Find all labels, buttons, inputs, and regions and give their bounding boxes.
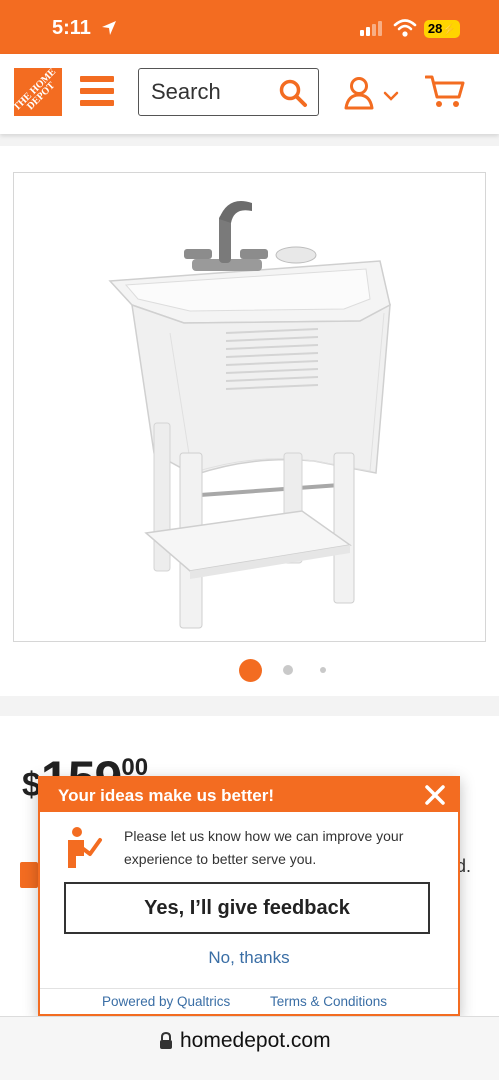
battery-icon: 28⚡ [424, 20, 460, 38]
image-carousel-dots[interactable] [0, 658, 499, 682]
dialog-divider [40, 988, 458, 989]
carousel-dot[interactable] [320, 667, 326, 673]
search-icon[interactable] [278, 78, 308, 108]
status-bar: 5:11 28⚡ [0, 0, 499, 54]
logo-text: THE HOME DEPOT [14, 68, 59, 114]
account-icon[interactable] [344, 76, 404, 110]
product-image[interactable] [13, 172, 486, 642]
no-thanks-link[interactable]: No, thanks [40, 948, 458, 968]
signal-icon [360, 21, 382, 36]
powered-by-qualtrics-link[interactable]: Powered by Qualtrics [102, 994, 230, 1009]
dialog-message: Please let us know how we can improve yo… [124, 828, 404, 867]
dialog-title: Your ideas make us better! [58, 786, 275, 805]
browser-url-bar[interactable]: homedepot.com [0, 1016, 499, 1080]
location-arrow-icon [102, 21, 116, 35]
search-box [138, 68, 319, 116]
terms-conditions-link[interactable]: Terms & Conditions [270, 994, 387, 1009]
carousel-dot-active[interactable] [239, 659, 262, 682]
feedback-dialog: Your ideas make us better! Please let us… [38, 776, 460, 1016]
search-input[interactable] [151, 79, 271, 105]
home-depot-logo[interactable]: THE HOME DEPOT [14, 68, 62, 116]
hamburger-menu-icon[interactable] [80, 76, 114, 106]
battery-level: 28 [427, 21, 443, 36]
utility-sink-illustration [108, 201, 391, 629]
dialog-header: Your ideas make us better! [40, 778, 458, 812]
feedback-person-icon [68, 827, 102, 868]
carousel-dot[interactable] [283, 665, 293, 675]
store-thumbnail-icon [20, 862, 38, 888]
status-time: 5:11 [52, 17, 91, 39]
product-image-gallery [0, 146, 499, 696]
cart-icon[interactable] [425, 74, 465, 110]
give-feedback-button[interactable]: Yes, I’ll give feedback [64, 882, 430, 934]
lock-icon [160, 1032, 172, 1049]
chevron-down-icon [383, 91, 399, 101]
close-icon[interactable] [424, 784, 446, 806]
url-text[interactable]: homedepot.com [180, 1029, 331, 1053]
wifi-icon [393, 19, 417, 37]
site-header: THE HOME DEPOT [0, 54, 499, 134]
